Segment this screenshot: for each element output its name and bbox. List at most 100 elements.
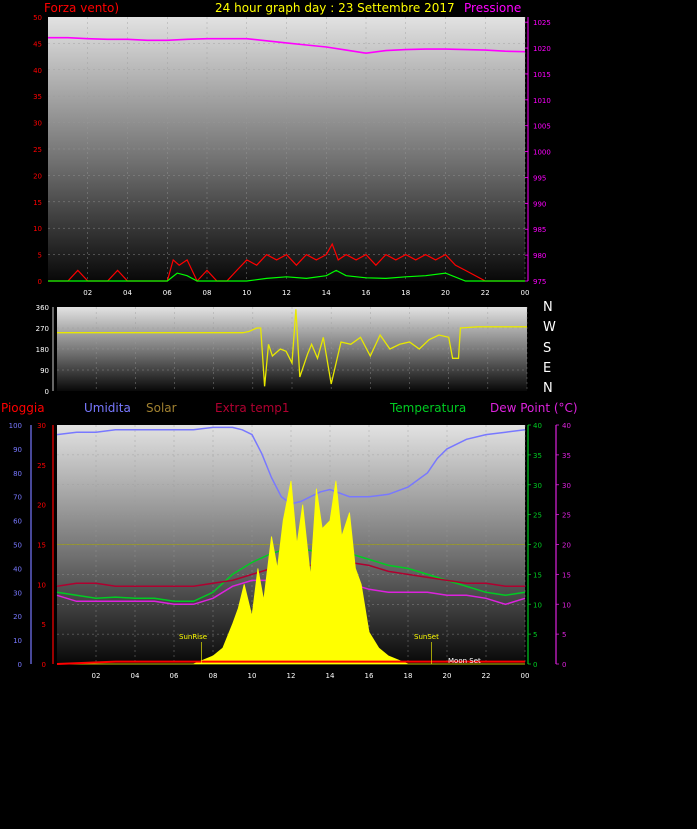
wind-axis-title: Forza vento) xyxy=(44,1,120,15)
wind-pressure-x-tick-label: 06 xyxy=(163,289,172,297)
pressure-y-tick-label: 1025 xyxy=(533,19,551,27)
dew-point-y-tick-label: 30 xyxy=(562,482,571,490)
wind-y-tick-label: 20 xyxy=(33,172,42,180)
temperature-x-tick-label: 08 xyxy=(209,672,218,680)
temperature-x-tick-label: 10 xyxy=(248,672,257,680)
dew-point-y-tick-label: 20 xyxy=(562,542,571,550)
humidity-axis-title: Umidita xyxy=(84,401,131,415)
wind-pressure-x-tick-label: 18 xyxy=(401,289,410,297)
pressure-y-tick-label: 1005 xyxy=(533,123,551,131)
pressure-y-tick-label: 980 xyxy=(533,252,546,260)
wind-y-tick-label: 35 xyxy=(33,93,42,101)
wind-y-tick-label: 40 xyxy=(33,67,42,75)
wind-y-tick-label: 10 xyxy=(33,225,42,233)
moonset-marker-label: Moon Set xyxy=(448,657,481,665)
compass-label-w: W xyxy=(543,320,556,335)
temperature-x-tick-label: 18 xyxy=(404,672,413,680)
wind-y-tick-label: 50 xyxy=(33,14,42,22)
humidity-y-tick-label: 0 xyxy=(18,661,22,669)
direction-y-tick-label: 90 xyxy=(40,367,49,375)
weather-graph-page: 02 04 06 08 10 12 14 16 18 20 22 00 0 5 10 15 20 25 30 35 40… xyxy=(0,0,697,825)
temperature-y-tick-label: 30 xyxy=(533,482,542,490)
wind-pressure-x-tick-label: 14 xyxy=(322,289,331,297)
pressure-y-tick-label: 995 xyxy=(533,174,546,182)
humidity-y-tick-label: 10 xyxy=(13,637,22,645)
humidity-y-tick-label: 30 xyxy=(13,589,22,597)
pressure-axis-title: Pressione xyxy=(464,1,522,15)
pressure-y-tick-label: 1010 xyxy=(533,97,551,105)
humidity-y-tick-label: 50 xyxy=(13,542,22,550)
compass-label-n-top: N xyxy=(543,300,553,315)
wind-y-tick-label: 0 xyxy=(38,278,42,286)
dew-point-y-tick-label: 10 xyxy=(562,601,571,609)
direction-y-tick-label: 270 xyxy=(36,325,49,333)
temperature-x-tick-label: 12 xyxy=(287,672,296,680)
dew-point-axis-title: Dew Point (°C) xyxy=(490,401,578,415)
humidity-y-tick-label: 20 xyxy=(13,613,22,621)
pressure-y-tick-label: 1000 xyxy=(533,149,551,157)
humidity-y-tick-label: 90 xyxy=(13,446,22,454)
compass-label-s: S xyxy=(543,341,552,356)
temperature-x-tick-label: 06 xyxy=(170,672,179,680)
solar-legend-label: Solar xyxy=(146,401,177,415)
rain-y-tick-label: 30 xyxy=(37,422,46,430)
wind-y-tick-label: 30 xyxy=(33,120,42,128)
extra-temp-legend-label: Extra temp1 xyxy=(215,401,290,415)
direction-y-tick-label: 0 xyxy=(45,388,49,396)
wind-y-tick-label: 45 xyxy=(33,40,42,48)
temperature-x-tick-label: 16 xyxy=(365,672,374,680)
rain-y-tick-label: 15 xyxy=(37,542,46,550)
wind-pressure-x-tick-label: 08 xyxy=(203,289,212,297)
rain-y-tick-label: 20 xyxy=(37,502,46,510)
temperature-x-tick-label: 04 xyxy=(131,672,140,680)
temperature-x-tick-label: 00 xyxy=(521,672,530,680)
wind-pressure-x-tick-label: 16 xyxy=(362,289,371,297)
wind-pressure-x-tick-label: 02 xyxy=(83,289,92,297)
rain-axis-title: Pioggia xyxy=(1,401,45,415)
temperature-x-tick-label: 14 xyxy=(326,672,335,680)
wind-pressure-x-tick-label: 22 xyxy=(481,289,490,297)
wind-pressure-x-tick-label: 00 xyxy=(521,289,530,297)
pressure-y-tick-label: 975 xyxy=(533,278,546,286)
humidity-y-tick-label: 40 xyxy=(13,565,22,573)
temperature-y-tick-label: 10 xyxy=(533,601,542,609)
sunrise-marker-label: SunRise xyxy=(179,633,208,641)
wind-y-tick-label: 15 xyxy=(33,199,42,207)
compass-label-n-bottom: N xyxy=(543,381,553,396)
temperature-x-tick-label: 20 xyxy=(443,672,452,680)
humidity-y-tick-label: 100 xyxy=(9,422,22,430)
dew-point-y-tick-label: 5 xyxy=(562,631,566,639)
dew-point-y-tick-label: 25 xyxy=(562,512,571,520)
temperature-y-tick-label: 0 xyxy=(533,661,537,669)
dew-point-y-tick-label: 15 xyxy=(562,571,571,579)
rain-y-tick-label: 25 xyxy=(37,462,46,470)
humidity-y-tick-label: 60 xyxy=(13,518,22,526)
direction-y-tick-label: 180 xyxy=(36,346,49,354)
temperature-y-tick-label: 35 xyxy=(533,452,542,460)
wind-pressure-x-tick-label: 04 xyxy=(123,289,132,297)
pressure-y-tick-label: 1015 xyxy=(533,71,551,79)
pressure-y-tick-label: 1020 xyxy=(533,45,551,53)
temperature-y-tick-label: 25 xyxy=(533,512,542,520)
wind-pressure-x-tick-label: 20 xyxy=(441,289,450,297)
wind-y-tick-label: 25 xyxy=(33,146,42,154)
dew-point-y-tick-label: 0 xyxy=(562,661,566,669)
temperature-axis-title: Temperatura xyxy=(390,401,467,415)
pressure-y-tick-label: 985 xyxy=(533,226,546,234)
temperature-y-tick-label: 5 xyxy=(533,631,537,639)
temperature-y-tick-label: 15 xyxy=(533,571,542,579)
dew-point-y-tick-label: 40 xyxy=(562,422,571,430)
temperature-y-tick-label: 40 xyxy=(533,422,542,430)
compass-label-e: E xyxy=(543,361,552,376)
dew-point-y-tick-label: 35 xyxy=(562,452,571,460)
rain-y-tick-label: 5 xyxy=(42,621,46,629)
humidity-y-tick-label: 70 xyxy=(13,494,22,502)
wind-y-tick-label: 5 xyxy=(38,252,42,260)
page-title: 24 hour graph day : 23 Settembre 2017 xyxy=(215,1,455,15)
sunset-marker-label: SunSet xyxy=(414,633,439,641)
temperature-x-tick-label: 02 xyxy=(92,672,101,680)
rain-y-tick-label: 10 xyxy=(37,581,46,589)
temperature-y-tick-label: 20 xyxy=(533,542,542,550)
pressure-y-tick-label: 990 xyxy=(533,200,546,208)
humidity-y-tick-label: 80 xyxy=(13,470,22,478)
